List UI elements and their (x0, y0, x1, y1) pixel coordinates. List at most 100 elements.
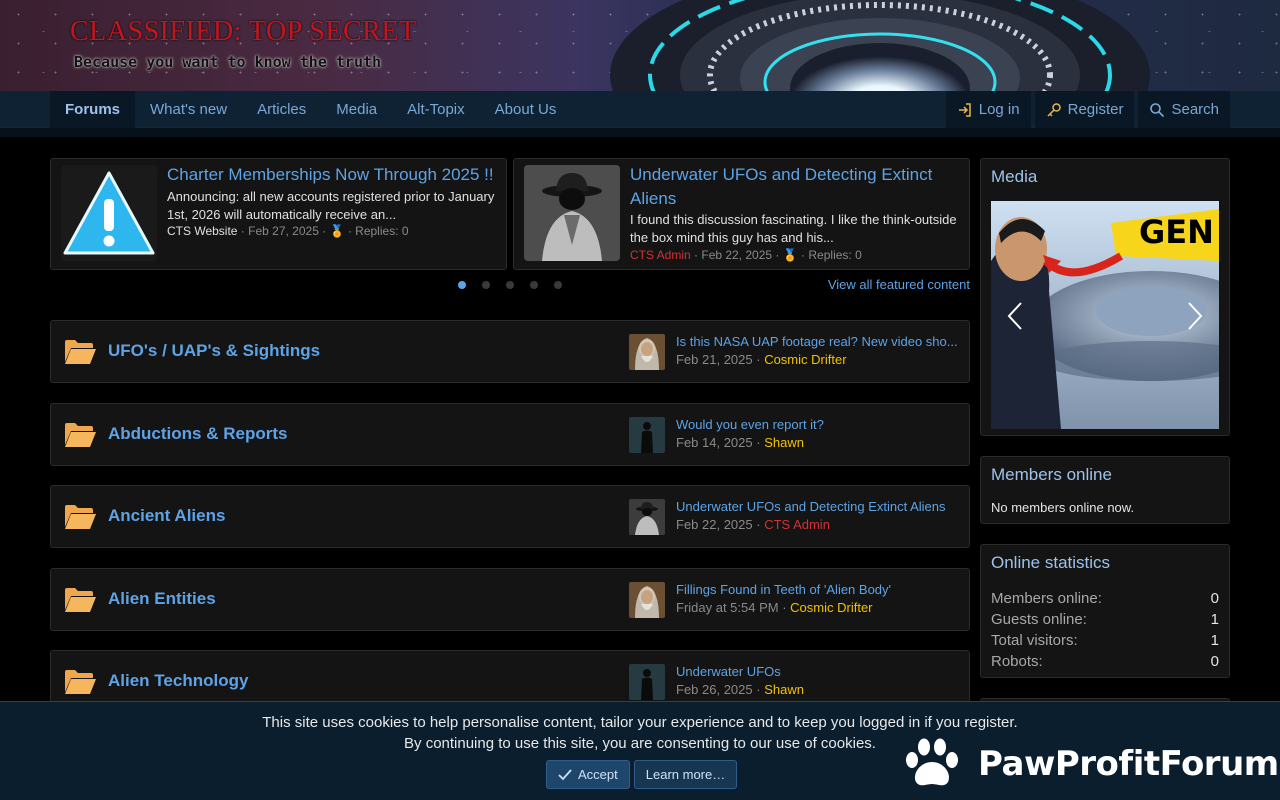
tab-whats-new[interactable]: What's new (135, 91, 242, 128)
sub-nav-bar (0, 128, 1280, 137)
cookie-line-1: This site uses cookies to help personali… (262, 714, 1018, 731)
media-block: Media GEN (980, 158, 1230, 436)
main-nav: Forums What's new Articles Media Alt-Top… (0, 91, 1280, 128)
featured-date[interactable]: Feb 27, 2025 (248, 224, 319, 238)
featured-replies: Replies: 0 (355, 224, 409, 238)
login-button[interactable]: Log in (945, 91, 1031, 128)
login-label: Log in (978, 101, 1020, 118)
latest-thread-meta: Feb 22, 2025 · CTS Admin (676, 517, 830, 532)
chevron-left-icon[interactable] (1005, 301, 1025, 331)
tab-forums[interactable]: Forums (50, 91, 136, 128)
stat-value: 1 (1210, 611, 1219, 628)
members-online-heading[interactable]: Members online (991, 465, 1112, 485)
latest-thread-title[interactable]: Would you even report it? (676, 417, 964, 432)
latest-thread-meta: Friday at 5:54 PM · Cosmic Drifter (676, 600, 873, 615)
ufo-graphic (610, 0, 1150, 91)
forum-name[interactable]: UFO's / UAP's & Sightings (108, 341, 320, 361)
featured-replies: Replies: 0 (808, 248, 862, 262)
watermark-text: PawProfitForum (978, 744, 1279, 784)
search-button[interactable]: Search (1138, 91, 1230, 128)
latest-date[interactable]: Feb 26, 2025 (676, 682, 753, 697)
site-title[interactable]: CLASSIFIED: TOP SECRET (70, 16, 417, 48)
avatar[interactable] (629, 664, 665, 700)
nav-account: Log in Register Search (945, 91, 1230, 128)
chevron-right-icon[interactable] (1185, 301, 1205, 331)
media-slideshow[interactable]: GEN (991, 201, 1219, 429)
latest-date[interactable]: Feb 22, 2025 (676, 517, 753, 532)
avatar[interactable] (629, 334, 665, 370)
forum-node: Ancient Aliens Underwater UFOs and Detect… (50, 485, 970, 548)
view-all-featured-link[interactable]: View all featured content (828, 277, 970, 292)
featured-card[interactable]: Charter Memberships Now Through 2025 !! … (50, 158, 507, 270)
latest-user[interactable]: Cosmic Drifter (790, 600, 872, 615)
latest-thread-title[interactable]: Underwater UFOs and Detecting Extinct Al… (676, 499, 964, 514)
carousel-dot[interactable] (554, 281, 562, 289)
avatar[interactable] (629, 417, 665, 453)
folder-icon (63, 668, 97, 696)
folder-icon (63, 503, 97, 531)
featured-title[interactable]: Charter Memberships Now Through 2025 !! (167, 163, 498, 187)
latest-user[interactable]: Shawn (764, 682, 804, 697)
folder-icon (63, 586, 97, 614)
stat-row: Robots: 0 (991, 653, 1219, 670)
latest-thread-title[interactable]: Fillings Found in Teeth of 'Alien Body' (676, 582, 964, 597)
register-button[interactable]: Register (1034, 91, 1135, 128)
forum-name[interactable]: Ancient Aliens (108, 506, 225, 526)
stat-value: 0 (1210, 590, 1219, 607)
online-statistics-block: Online statistics Members online: 0 Guest… (980, 544, 1230, 678)
forum-node: Alien Entities Fillings Found in Teeth of… (50, 568, 970, 631)
avatar[interactable] (629, 499, 665, 535)
latest-user[interactable]: CTS Admin (764, 517, 830, 532)
featured-author[interactable]: CTS Website (167, 224, 237, 238)
carousel-dot[interactable] (530, 281, 538, 289)
latest-date[interactable]: Feb 21, 2025 (676, 352, 753, 367)
accept-button[interactable]: Accept (546, 760, 630, 789)
watermark: PawProfitForum (904, 738, 1279, 790)
featured-card[interactable]: Underwater UFOs and Detecting Extinct Al… (513, 158, 970, 270)
featured-title[interactable]: Underwater UFOs and Detecting Extinct Al… (630, 163, 961, 211)
latest-thread-title[interactable]: Is this NASA UAP footage real? New video… (676, 334, 964, 349)
paw-icon (906, 738, 958, 786)
featured-meta: CTS Website · Feb 27, 2025 · 🏅 · Replies… (167, 224, 409, 238)
featured-snippet: I found this discussion fascinating. I l… (630, 212, 957, 245)
carousel-dot[interactable] (482, 281, 490, 289)
latest-thread-meta: Feb 21, 2025 · Cosmic Drifter (676, 352, 847, 367)
latest-thread-meta: Feb 14, 2025 · Shawn (676, 435, 804, 450)
forum-name[interactable]: Abductions & Reports (108, 424, 287, 444)
tab-about-us[interactable]: About Us (480, 91, 572, 128)
tab-media[interactable]: Media (321, 91, 392, 128)
tab-alt-topix[interactable]: Alt-Topix (392, 91, 480, 128)
learn-more-button[interactable]: Learn more… (633, 760, 738, 789)
stat-label: Total visitors: (991, 632, 1078, 649)
latest-user[interactable]: Cosmic Drifter (764, 352, 846, 367)
latest-date[interactable]: Friday at 5:54 PM (676, 600, 779, 615)
stat-label: Guests online: (991, 611, 1087, 628)
carousel-dot[interactable] (506, 281, 514, 289)
members-online-text: No members online now. (991, 500, 1135, 515)
latest-date[interactable]: Feb 14, 2025 (676, 435, 753, 450)
folder-icon (63, 421, 97, 449)
carousel-dot[interactable] (458, 281, 466, 289)
cookie-buttons: Accept Learn more… (546, 760, 738, 789)
accept-label: Accept (578, 767, 618, 782)
key-icon (1047, 102, 1061, 117)
tab-articles[interactable]: Articles (242, 91, 321, 128)
forum-node: UFO's / UAP's & Sightings Is this NASA UA… (50, 320, 970, 383)
featured-author[interactable]: CTS Admin (630, 248, 691, 262)
hat-man-icon (524, 165, 620, 261)
register-label: Register (1067, 101, 1124, 118)
featured-meta: CTS Admin · Feb 22, 2025 · 🏅 · Replies: … (630, 248, 862, 262)
forum-name[interactable]: Alien Technology (108, 671, 248, 691)
avatar[interactable] (629, 582, 665, 618)
stat-row: Guests online: 1 (991, 611, 1219, 628)
search-label: Search (1171, 101, 1219, 118)
search-icon (1150, 102, 1165, 117)
stat-row: Members online: 0 (991, 590, 1219, 607)
stat-value: 0 (1210, 653, 1219, 670)
latest-thread-title[interactable]: Underwater UFOs (676, 664, 964, 679)
latest-user[interactable]: Shawn (764, 435, 804, 450)
forum-name[interactable]: Alien Entities (108, 589, 216, 609)
featured-date[interactable]: Feb 22, 2025 (701, 248, 772, 262)
stat-row: Total visitors: 1 (991, 632, 1219, 649)
site-tagline: Because you want to know the truth (74, 53, 382, 71)
